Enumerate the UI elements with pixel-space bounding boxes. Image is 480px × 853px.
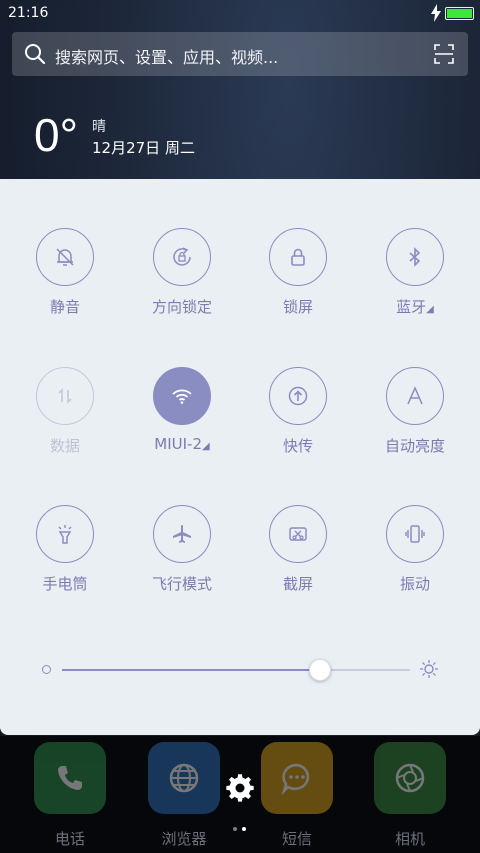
settings-gear-icon[interactable]: [225, 773, 255, 803]
brightness-slider[interactable]: [0, 649, 480, 689]
auto-brightness-icon: [386, 367, 444, 425]
page-indicator: [233, 827, 249, 833]
quick-settings-panel: 静音 方向锁定 锁屏 蓝牙◢ 数据 MIUI-2◢ 快传 自动亮度 手电筒 飞行…: [0, 179, 480, 735]
globe-icon: [148, 742, 220, 814]
tile-bluetooth-label: 蓝牙◢: [360, 296, 470, 317]
camera-icon: [374, 742, 446, 814]
page-dot: [233, 827, 237, 831]
weather-condition: 晴: [92, 119, 106, 135]
scan-icon[interactable]: [434, 44, 454, 64]
dock-app-messages[interactable]: 短信: [261, 742, 333, 848]
tile-bluetooth-text: 蓝牙: [396, 298, 427, 316]
search-bar[interactable]: 搜索网页、设置、应用、视频...: [12, 32, 468, 76]
brightness-high-icon: [420, 660, 438, 678]
tile-wifi-label: MIUI-2◢: [127, 435, 237, 453]
tile-lock-screen-label: 锁屏: [282, 298, 313, 316]
page-dot-active: [242, 827, 246, 831]
dock-label-camera: 相机: [394, 830, 425, 848]
expand-arrow-icon: ◢: [426, 304, 434, 315]
lock-icon: [269, 228, 327, 286]
tile-mute-label: 静音: [49, 298, 80, 316]
weather-date: 12月27日 周二: [92, 139, 195, 157]
tile-rotation-lock[interactable]: 方向锁定: [127, 228, 237, 338]
charging-icon: [431, 4, 441, 22]
tile-screenshot-label: 截屏: [282, 575, 313, 593]
brightness-track[interactable]: [62, 659, 410, 681]
tile-wifi-text: MIUI-2: [154, 435, 203, 453]
tile-quick-transfer[interactable]: 快传: [243, 367, 353, 477]
brightness-low-icon: [42, 665, 51, 674]
tile-bluetooth[interactable]: 蓝牙◢: [360, 228, 470, 338]
battery-icon: [445, 7, 474, 20]
quick-transfer-icon: [269, 367, 327, 425]
search-icon: [25, 44, 46, 65]
expand-arrow-icon: ◢: [202, 441, 210, 452]
tile-airplane[interactable]: 飞行模式: [127, 505, 237, 615]
airplane-icon: [153, 505, 211, 563]
tile-mobile-data-label: 数据: [49, 437, 80, 455]
mobile-data-icon: [36, 367, 94, 425]
screenshot-icon: [269, 505, 327, 563]
tile-vibrate-label: 振动: [399, 575, 430, 593]
tile-quick-transfer-label: 快传: [282, 437, 313, 455]
tile-screenshot[interactable]: 截屏: [243, 505, 353, 615]
search-input[interactable]: 搜索网页、设置、应用、视频...: [55, 44, 278, 68]
dock-label-phone: 电话: [54, 830, 85, 848]
mute-bell-icon: [36, 228, 94, 286]
wifi-icon: [153, 367, 211, 425]
dock-label-messages: 短信: [281, 830, 312, 848]
phone-icon: [34, 742, 106, 814]
tile-airplane-label: 飞行模式: [151, 575, 212, 593]
dock-app-phone[interactable]: 电话: [34, 742, 106, 848]
tile-flashlight[interactable]: 手电筒: [10, 505, 120, 615]
status-bar: 21:16: [0, 0, 480, 26]
tile-wifi[interactable]: MIUI-2◢: [127, 367, 237, 477]
status-time: 21:16: [8, 5, 49, 21]
vibrate-icon: [386, 505, 444, 563]
tile-rotation-lock-label: 方向锁定: [151, 298, 212, 316]
weather-temperature: 0°: [34, 109, 78, 161]
tile-lock-screen[interactable]: 锁屏: [243, 228, 353, 338]
dock-app-camera[interactable]: 相机: [374, 742, 446, 848]
bluetooth-icon: [386, 228, 444, 286]
tile-auto-brightness-label: 自动亮度: [384, 437, 445, 455]
brightness-fill: [62, 669, 320, 671]
dock-app-browser[interactable]: 浏览器: [148, 742, 220, 848]
tile-mute[interactable]: 静音: [10, 228, 120, 338]
tile-mobile-data[interactable]: 数据: [10, 367, 120, 477]
flashlight-icon: [36, 505, 94, 563]
message-icon: [261, 742, 333, 814]
tile-flashlight-label: 手电筒: [42, 575, 88, 593]
tile-vibrate[interactable]: 振动: [360, 505, 470, 615]
dock-label-browser: 浏览器: [161, 830, 207, 848]
rotation-lock-icon: [153, 228, 211, 286]
brightness-thumb[interactable]: [308, 659, 331, 681]
tile-auto-brightness[interactable]: 自动亮度: [360, 367, 470, 477]
